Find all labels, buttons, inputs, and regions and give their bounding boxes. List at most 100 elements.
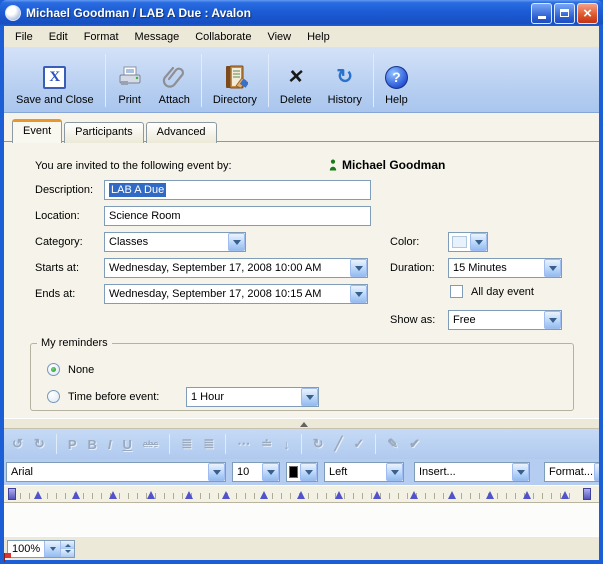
- editor-splitter[interactable]: [4, 418, 599, 429]
- tab-stop-marker[interactable]: [523, 491, 531, 499]
- reminder-time-radio[interactable]: [47, 390, 60, 403]
- tab-stop-marker[interactable]: [147, 491, 155, 499]
- signature-icon[interactable]: ✎: [387, 436, 398, 452]
- history-button[interactable]: ↻ History: [320, 51, 370, 110]
- toolbar-separator: [105, 54, 106, 107]
- line-spacing-icon[interactable]: ≐: [261, 436, 272, 452]
- font-family-select[interactable]: Arial: [6, 462, 226, 482]
- attach-button[interactable]: Attach: [151, 51, 198, 110]
- insert-select[interactable]: Insert...: [414, 462, 530, 482]
- maximize-button[interactable]: [554, 3, 575, 24]
- toolbar-separator: [225, 434, 226, 454]
- tab-stop-marker[interactable]: [448, 491, 456, 499]
- align-select[interactable]: Left: [324, 462, 404, 482]
- color-select[interactable]: [448, 232, 488, 252]
- category-label: Category:: [35, 236, 83, 248]
- help-button[interactable]: ? Help: [377, 51, 416, 110]
- category-select[interactable]: Classes: [104, 232, 246, 252]
- tab-stop-marker[interactable]: [34, 491, 42, 499]
- tab-event[interactable]: Event: [12, 119, 62, 143]
- zoom-value[interactable]: 100%: [8, 541, 44, 557]
- description-label: Description:: [35, 184, 93, 196]
- menu-item-collaborate[interactable]: Collaborate: [187, 28, 259, 46]
- tab-stop-marker[interactable]: [297, 491, 305, 499]
- tab-stop-marker[interactable]: [373, 491, 381, 499]
- ruler[interactable]: [4, 485, 599, 503]
- zoom-increase-button[interactable]: [61, 541, 74, 549]
- tab-stop-marker[interactable]: [335, 491, 343, 499]
- starts-at-select[interactable]: Wednesday, September 17, 2008 10:00 AM: [104, 258, 368, 278]
- toolbar-separator: [169, 434, 170, 454]
- menu-item-message[interactable]: Message: [127, 28, 188, 46]
- dropdown-arrow-icon: [350, 285, 367, 303]
- menu-item-help[interactable]: Help: [299, 28, 338, 46]
- tab-participants[interactable]: Participants: [64, 122, 143, 143]
- insert-below-icon[interactable]: ↓: [283, 437, 290, 452]
- tab-stop-marker[interactable]: [185, 491, 193, 499]
- tab-stop-marker[interactable]: [486, 491, 494, 499]
- dropdown-arrow-icon: [544, 259, 561, 277]
- rotate-icon[interactable]: ↻: [313, 436, 324, 452]
- ends-at-select[interactable]: Wednesday, September 17, 2008 10:15 AM: [104, 284, 368, 304]
- close-button[interactable]: ×: [577, 3, 598, 24]
- all-day-checkbox[interactable]: [450, 285, 463, 298]
- message-body-editor[interactable]: [4, 503, 599, 536]
- invite-label: You are invited to the following event b…: [35, 160, 232, 172]
- strikethrough-icon[interactable]: abc: [143, 439, 159, 449]
- print-button[interactable]: Print: [109, 51, 151, 110]
- menu-item-view[interactable]: View: [259, 28, 299, 46]
- tab-stop-marker[interactable]: [410, 491, 418, 499]
- bold-icon[interactable]: B: [87, 437, 96, 452]
- undo-icon[interactable]: ↺: [12, 436, 23, 452]
- toolbar-separator: [375, 434, 376, 454]
- spellcheck-icon[interactable]: ✔: [409, 436, 420, 452]
- zoom-decrease-button[interactable]: [61, 549, 74, 557]
- tab-stop-marker[interactable]: [72, 491, 80, 499]
- reminder-none-label: None: [68, 364, 94, 376]
- font-color-select[interactable]: [286, 462, 318, 482]
- menu-item-file[interactable]: File: [7, 28, 41, 46]
- zoom-dropdown-arrow-icon[interactable]: [44, 541, 60, 557]
- description-input[interactable]: LAB A Due: [104, 180, 371, 200]
- outdent-icon[interactable]: ≣: [203, 436, 214, 452]
- left-margin-marker[interactable]: [8, 488, 16, 500]
- tab-stop-marker[interactable]: [222, 491, 230, 499]
- reminder-time-select[interactable]: 1 Hour: [186, 387, 319, 407]
- tab-stop-marker[interactable]: [260, 491, 268, 499]
- location-label: Location:: [35, 210, 80, 222]
- show-as-select[interactable]: Free: [448, 310, 562, 330]
- minimize-button[interactable]: [531, 3, 552, 24]
- font-toolbar: Arial 10 Left Insert... Format...: [4, 459, 599, 485]
- duration-select[interactable]: 15 Minutes: [448, 258, 562, 278]
- show-as-label: Show as:: [390, 314, 435, 326]
- dropdown-arrow-icon: [300, 463, 317, 481]
- formatting-toolbar: ↺ ↻ P B I U abc ≣ ≣ ⋯ ≐ ↓ ↻ ╱ ✓ ✎ ✔: [4, 429, 599, 459]
- draw-line-icon[interactable]: ╱: [335, 436, 343, 452]
- indent-icon[interactable]: ≣: [181, 436, 192, 452]
- right-margin-marker[interactable]: [583, 488, 591, 500]
- my-reminders-group: My reminders None Time before event: 1 H…: [30, 337, 574, 411]
- italic-icon[interactable]: I: [108, 437, 112, 452]
- check-icon[interactable]: ✓: [353, 436, 364, 452]
- tab-stops-icon[interactable]: ⋯: [237, 436, 250, 452]
- reminder-none-radio[interactable]: [47, 363, 60, 376]
- location-input[interactable]: Science Room: [104, 206, 371, 226]
- redo-icon[interactable]: ↻: [34, 436, 45, 452]
- app-icon: [5, 5, 21, 21]
- tab-stop-marker[interactable]: [109, 491, 117, 499]
- menu-item-format[interactable]: Format: [76, 28, 127, 46]
- dropdown-arrow-icon: [208, 463, 225, 481]
- tab-stop-marker[interactable]: [561, 491, 569, 499]
- format-select[interactable]: Format...: [544, 462, 599, 482]
- directory-button[interactable]: Directory: [205, 51, 265, 110]
- save-and-close-button[interactable]: X Save and Close: [8, 51, 102, 110]
- ends-at-label: Ends at:: [35, 288, 75, 300]
- plain-text-icon[interactable]: P: [68, 437, 77, 452]
- menu-bar: File Edit Format Message Collaborate Vie…: [4, 26, 599, 47]
- dropdown-arrow-icon: [262, 463, 279, 481]
- menu-item-edit[interactable]: Edit: [41, 28, 76, 46]
- underline-icon[interactable]: U: [123, 437, 132, 452]
- delete-button[interactable]: × Delete: [272, 51, 320, 110]
- tab-advanced[interactable]: Advanced: [146, 122, 217, 143]
- font-size-select[interactable]: 10: [232, 462, 280, 482]
